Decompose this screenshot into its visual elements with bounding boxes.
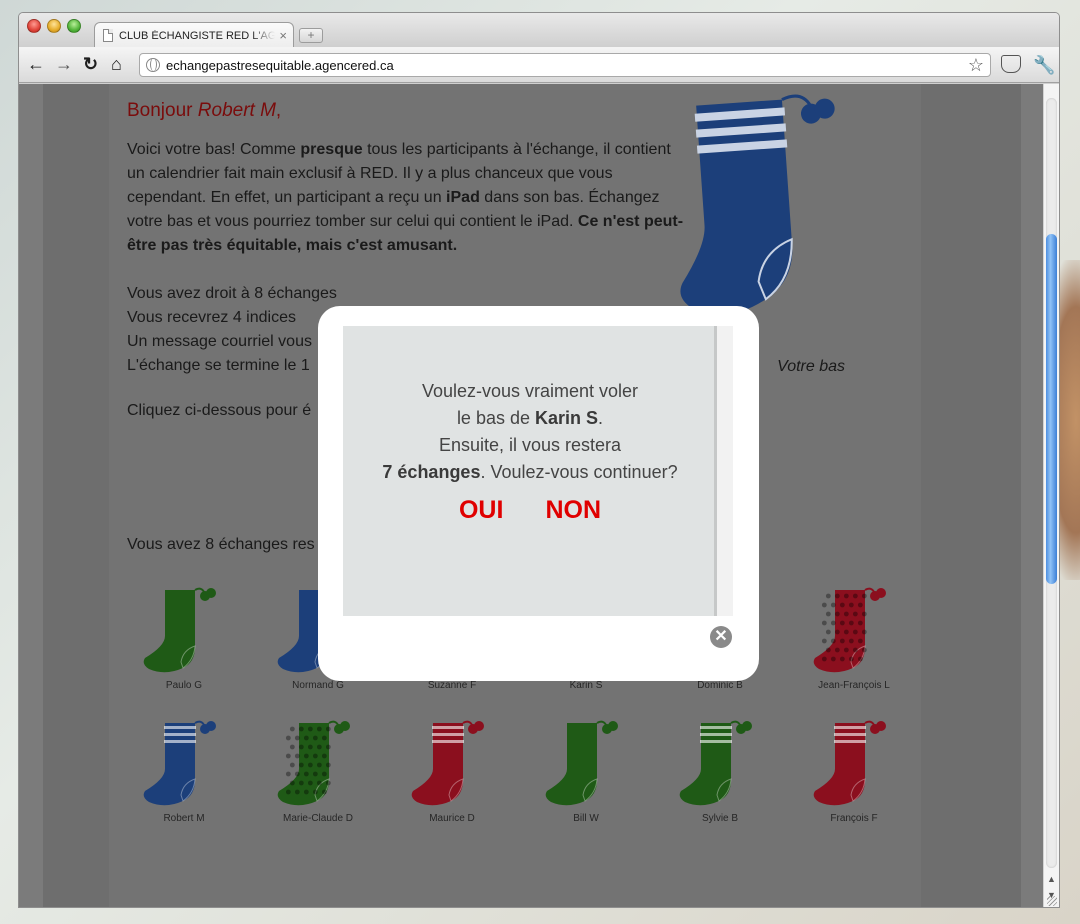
zoom-window-button[interactable] xyxy=(67,19,81,33)
scroll-up-icon[interactable]: ▲ xyxy=(1047,874,1056,884)
stocking-card[interactable]: Marie-Claude D xyxy=(251,717,385,837)
dialog-line-2-suffix: . xyxy=(598,408,604,428)
stocking-icon xyxy=(813,720,886,806)
stocking-owner-label: Marie-Claude D xyxy=(282,813,354,824)
stocking-owner-label: Jean-François L xyxy=(818,680,890,691)
stocking-owner-label: Sylvie B xyxy=(701,813,739,824)
your-stocking-caption: Votre bas xyxy=(777,358,845,375)
extension-icon[interactable] xyxy=(1001,55,1021,73)
address-bar[interactable]: echangepastresequitable.agencered.ca ☆ xyxy=(139,53,991,77)
target-participant-name: Karin S xyxy=(535,408,599,428)
tab-close-icon[interactable]: × xyxy=(279,28,287,43)
stocking-icon xyxy=(143,587,216,673)
dialog-body: Voulez-vous vraiment voler le bas de Kar… xyxy=(343,326,733,616)
close-icon[interactable]: ✕ xyxy=(710,626,732,648)
stocking-card[interactable]: Jean-François L xyxy=(787,584,921,704)
stocking-owner-label: Maurice D xyxy=(429,813,475,824)
stocking-icon xyxy=(277,720,350,806)
url-text[interactable]: echangepastresequitable.agencered.ca xyxy=(166,58,968,73)
stocking-card[interactable]: François F xyxy=(787,717,921,837)
remaining-after-count: 7 échanges xyxy=(382,462,481,482)
stocking-owner-label: François F xyxy=(830,813,878,824)
user-name: Robert M xyxy=(197,100,276,121)
dialog-question-line-2: le bas de Karin S. xyxy=(343,405,717,432)
stocking-owner-label: Suzanne F xyxy=(427,680,477,691)
stocking-card[interactable]: Maurice D xyxy=(385,717,519,837)
dialog-actions: OUI NON xyxy=(343,496,717,525)
intro-text-1: Voici votre bas! Comme xyxy=(127,141,301,158)
stocking-icon xyxy=(545,720,618,806)
yes-button[interactable]: OUI xyxy=(459,496,503,525)
stocking-owner-label: Bill W xyxy=(573,813,599,824)
greeting-prefix: Bonjour xyxy=(127,100,198,121)
forward-icon[interactable]: → xyxy=(55,55,73,73)
stocking-icon xyxy=(813,587,886,673)
resize-grip-icon[interactable] xyxy=(1047,896,1057,906)
dialog-question-line-1: Voulez-vous vraiment voler xyxy=(421,381,639,401)
your-stocking-image xyxy=(680,94,835,315)
reload-icon[interactable]: ↻ xyxy=(83,55,98,73)
globe-icon xyxy=(146,58,160,72)
stocking-icon xyxy=(411,720,484,806)
stocking-owner-label: Dominic B xyxy=(697,680,743,691)
stocking-card[interactable]: Bill W xyxy=(519,717,653,837)
stocking-icon xyxy=(679,720,752,806)
intro-bold-1: presque xyxy=(300,141,363,158)
confirm-steal-dialog: Voulez-vous vraiment voler le bas de Kar… xyxy=(318,306,759,681)
dialog-question-line-4: 7 échanges. Voulez-vous continuer? xyxy=(343,459,717,486)
no-button[interactable]: NON xyxy=(545,496,601,525)
remaining-exchanges-text: Vous avez 8 échanges res xyxy=(127,536,315,553)
stocking-card[interactable]: Robert M xyxy=(117,717,251,837)
stocking-owner-label: Paulo G xyxy=(165,680,203,691)
dialog-question-line-3: Ensuite, il vous restera xyxy=(438,435,622,455)
minimize-window-button[interactable] xyxy=(47,19,61,33)
intro-bold-2: iPad xyxy=(446,189,480,206)
dialog-line-2-prefix: le bas de xyxy=(456,408,535,428)
stocking-card[interactable]: Sylvie B xyxy=(653,717,787,837)
vertical-scrollbar[interactable]: ▲ ▼ xyxy=(1043,84,1059,907)
browser-tab[interactable]: CLUB ÉCHANGISTE RED L'AGENCE × xyxy=(94,22,294,48)
close-window-button[interactable] xyxy=(27,19,41,33)
dialog-line-4-suffix: . Voulez-vous continuer? xyxy=(480,462,678,482)
wrench-icon[interactable]: 🔧 xyxy=(1033,55,1055,76)
home-icon[interactable]: ⌂ xyxy=(111,55,122,73)
greeting-suffix: , xyxy=(275,100,282,121)
tab-title: CLUB ÉCHANGISTE RED L'AGENCE xyxy=(119,29,276,42)
title-bar: CLUB ÉCHANGISTE RED L'AGENCE × + xyxy=(19,13,1059,48)
page-icon xyxy=(103,29,113,42)
intro-paragraph: Voici votre bas! Comme presque tous les … xyxy=(127,138,687,258)
stocking-icon xyxy=(143,720,216,806)
bookmark-star-icon[interactable]: ☆ xyxy=(968,55,984,76)
stocking-card[interactable]: Paulo G xyxy=(117,584,251,704)
browser-toolbar: ← → ↻ ⌂ echangepastresequitable.agencere… xyxy=(19,47,1059,83)
stocking-owner-label: Robert M xyxy=(163,813,205,824)
new-tab-button[interactable]: + xyxy=(299,28,323,43)
stocking-owner-label: Karin S xyxy=(569,680,603,691)
scroll-thumb[interactable] xyxy=(1046,234,1057,584)
back-icon[interactable]: ← xyxy=(27,55,45,73)
stocking-owner-label: Normand G xyxy=(292,680,344,691)
